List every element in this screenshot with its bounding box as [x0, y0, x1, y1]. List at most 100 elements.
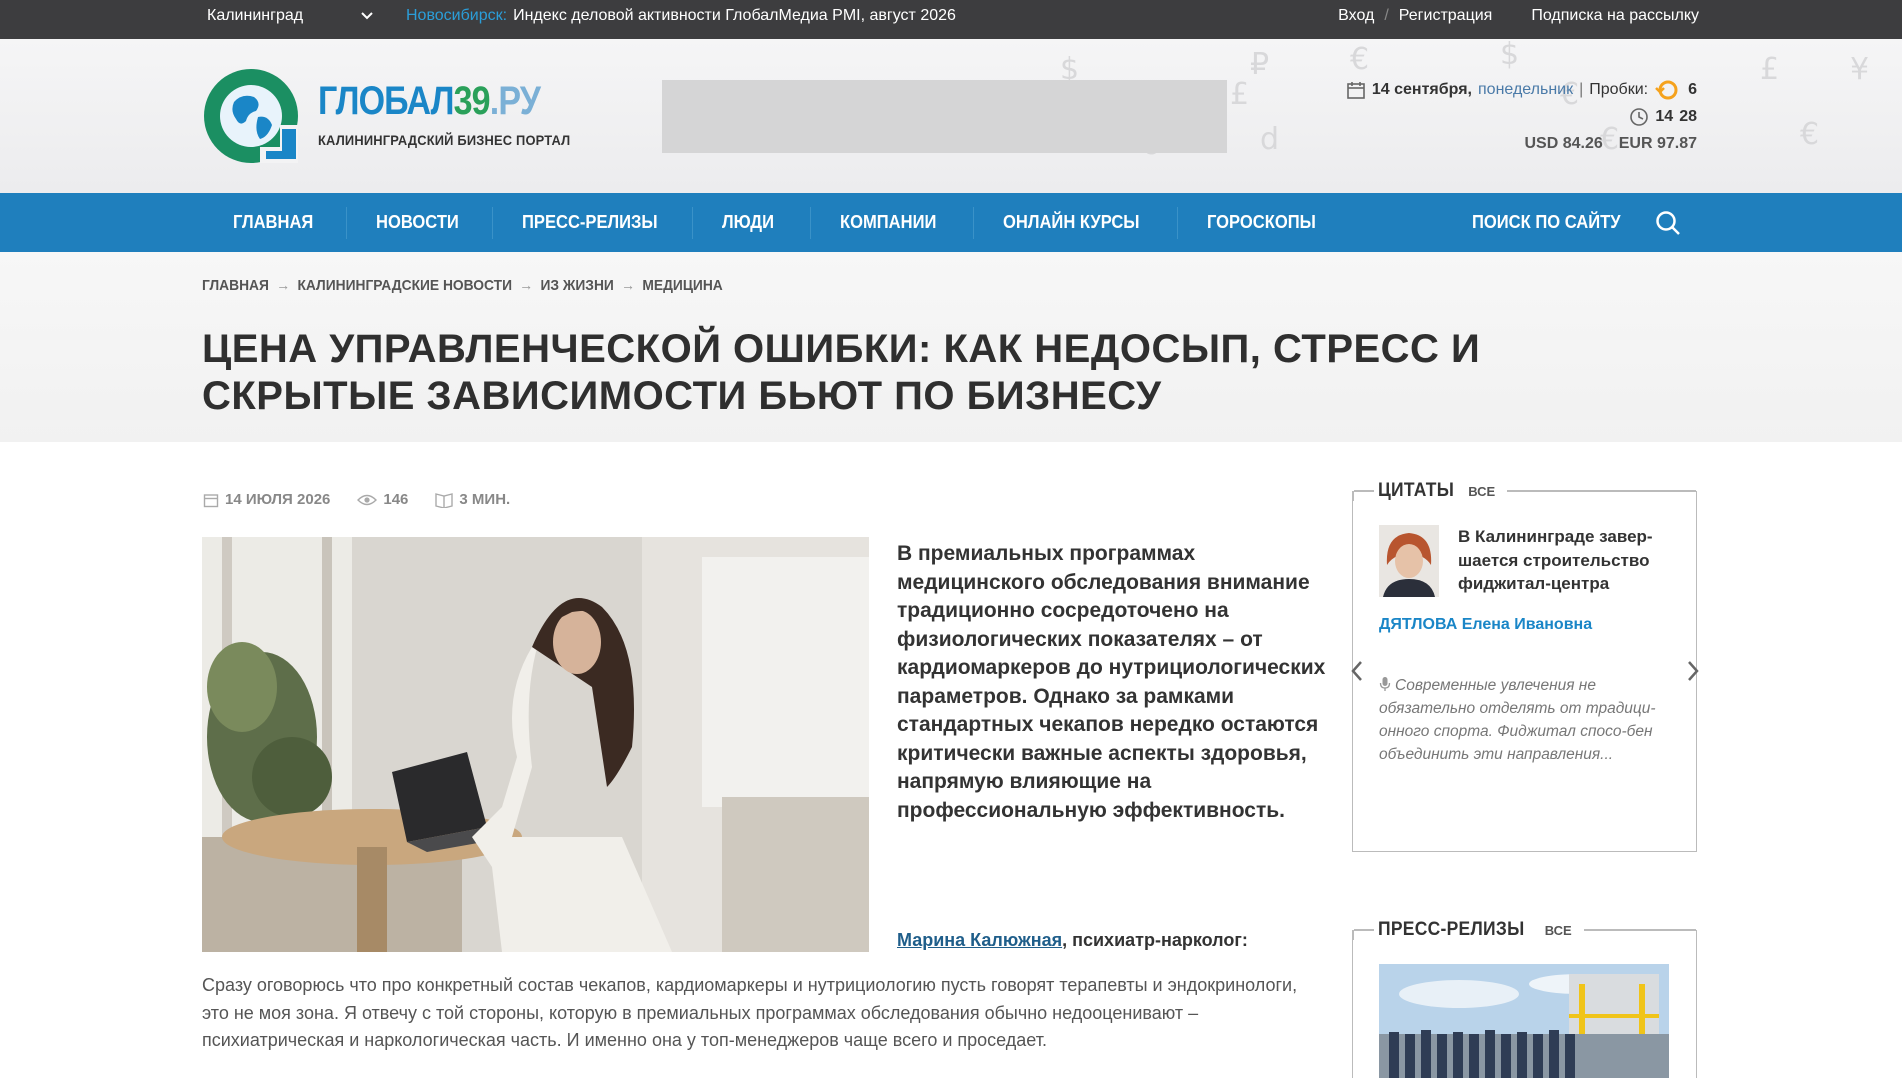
breadcrumb-arrow: → [519, 277, 534, 294]
chevron-left-icon[interactable] [1347, 656, 1367, 686]
news-ticker[interactable]: Новосибирск: Индекс деловой активности Гл… [406, 7, 956, 25]
login-link[interactable]: Вход [1338, 7, 1374, 25]
site-search-button[interactable]: ПОИСК ПО САЙТУ [1472, 193, 1621, 252]
quote-text: Современные увлечения не обязательно отд… [1379, 674, 1669, 766]
city-selector[interactable]: Калининград [207, 7, 375, 25]
breadcrumb: ГЛАВНАЯ → КАЛИНИНГРАДСКИЕ НОВОСТИ → ИЗ ЖИЗНИ… [202, 277, 723, 294]
press-all-link[interactable]: ВСЕ [1545, 923, 1572, 938]
press-header: ПРЕСС-РЕЛИЗЫ ВСЕ [1352, 919, 1697, 940]
article-meta: 14 ИЮЛЯ 2026 146 3 МИН. [203, 491, 537, 508]
auth-links: Вход / Регистрация Подписка на рассылку [1338, 7, 1699, 25]
auth-separator: / [1384, 7, 1389, 24]
svg-text:€: € [1350, 42, 1369, 77]
article-title: ЦЕНА УПРАВЛЕНЧЕСКОЙ ОШИБКИ: КАК НЕДОСЫП,… [202, 327, 1481, 418]
microphone-icon [1379, 677, 1391, 691]
subscribe-link[interactable]: Подписка на рассылку [1531, 7, 1699, 25]
current-weekday: понедельник [1478, 81, 1574, 98]
logo-part-global: ГЛОБАЛ [318, 79, 454, 123]
main-nav: ГЛАВНАЯ НОВОСТИ ПРЕСС-РЕЛИЗЫ ЛЮДИ КОМПАН… [0, 193, 1902, 252]
quote-person-name[interactable]: ДЯТЛОВА Елена Ивановна [1379, 616, 1592, 634]
article-views: 146 [357, 491, 408, 508]
quote-person-avatar[interactable] [1379, 525, 1439, 597]
nav-item-people[interactable]: ЛЮДИ [722, 193, 774, 252]
quote-text-content: Современные увлечения не обязательно отд… [1379, 677, 1656, 763]
author-line: Марина Калюжная, психиатр-нарколог: [897, 930, 1248, 951]
eur-rate: EUR 97.87 [1618, 135, 1697, 152]
register-link[interactable]: Регистрация [1399, 7, 1493, 25]
info-divider: | [1579, 81, 1584, 98]
nav-divider [492, 207, 493, 239]
nav-divider [692, 207, 693, 239]
nav-divider [1177, 207, 1178, 239]
nav-item-horoscopes[interactable]: ГОРОСКОПЫ [1207, 193, 1316, 252]
ad-banner[interactable] [662, 80, 1227, 153]
article-read-time-text: 3 МИН. [459, 491, 511, 508]
article-body: Сразу оговорюсь что про конкретный соста… [202, 975, 1298, 1050]
time-hours: 14 [1655, 108, 1674, 125]
article-views-count: 146 [383, 491, 409, 508]
press-title: ПРЕСС-РЕЛИЗЫ [1377, 919, 1524, 940]
logo-wordmark[interactable]: ГЛОБАЛ39.РУ [318, 79, 541, 124]
current-date: 14 сентября, [1371, 81, 1472, 98]
time-minutes: 28 [1679, 108, 1697, 125]
article-date: 14 ИЮЛЯ 2026 [203, 491, 330, 508]
press-release-image[interactable] [1379, 964, 1669, 1078]
svg-text:d: d [1260, 122, 1279, 157]
site-header: $₽€ $€€ £€¥ €d£ £¥ ГЛОБАЛ39.РУ КАЛИНИНГР… [0, 39, 1902, 193]
quotes-title: ЦИТАТЫ [1377, 480, 1454, 501]
svg-text:$: $ [1500, 39, 1519, 72]
ticker-city: Новосибирск: [406, 7, 508, 24]
header-info: 14 сентября, понедельник | Пробки: 6 14 … [1346, 78, 1697, 159]
clock-icon [1630, 108, 1649, 126]
time-row: 14 28 [1346, 105, 1697, 129]
top-bar: Калининград Новосибирск: Индекс деловой а… [0, 0, 1902, 39]
logo-part-39: 39 [453, 79, 491, 123]
nav-item-news[interactable]: НОВОСТИ [376, 193, 459, 252]
nav-item-companies[interactable]: КОМПАНИИ [840, 193, 936, 252]
breadcrumb-arrow: → [621, 277, 636, 294]
book-icon [435, 492, 454, 508]
nav-divider [810, 207, 811, 239]
nav-item-home[interactable]: ГЛАВНАЯ [233, 193, 313, 252]
date-traffic-row: 14 сентября, понедельник | Пробки: 6 [1346, 78, 1697, 102]
eye-icon [357, 494, 378, 505]
city-label: Калининград [207, 7, 304, 24]
svg-text:¥: ¥ [1850, 52, 1869, 87]
quotes-all-link[interactable]: ВСЕ [1468, 484, 1495, 499]
globe-logo-icon[interactable] [202, 67, 300, 165]
nav-item-online-courses[interactable]: ОНЛАЙН КУРСЫ [1003, 193, 1140, 252]
quote-person-firstname: Елена Ивановна [1457, 616, 1593, 633]
quote-person-surname: ДЯТЛОВА [1379, 616, 1458, 633]
quotes-header: ЦИТАТЫ ВСЕ [1352, 480, 1697, 501]
chevron-down-icon [361, 12, 373, 20]
article-image [202, 537, 869, 952]
quote-headline[interactable]: В Калининграде завер-шается строительств… [1458, 525, 1668, 596]
breadcrumb-home[interactable]: ГЛАВНАЯ [202, 277, 269, 294]
traffic-icon[interactable] [1654, 79, 1682, 101]
calendar-icon [1347, 82, 1365, 99]
article-lead: В премиальных программах медицинского об… [897, 542, 1326, 822]
nav-divider [973, 207, 974, 239]
author-name-link[interactable]: Марина Калюжная [897, 930, 1062, 950]
traffic-value: 6 [1688, 81, 1697, 98]
ticker-text[interactable]: Индекс деловой активности ГлобалМедиа PM… [513, 7, 956, 24]
breadcrumb-arrow: → [276, 277, 291, 294]
svg-text:₽: ₽ [1250, 47, 1269, 82]
breadcrumb-kaliningrad-news[interactable]: КАЛИНИНГРАДСКИЕ НОВОСТИ [297, 277, 512, 294]
currency-row: USD 84.26 EUR 97.87 [1346, 132, 1697, 156]
svg-text:€: € [1800, 117, 1819, 152]
article-photo[interactable] [202, 537, 869, 952]
quotes-widget: ЦИТАТЫ ВСЕ В Калининграде завер-шается с… [1351, 480, 1699, 852]
nav-item-press-releases[interactable]: ПРЕСС-РЕЛИЗЫ [522, 193, 658, 252]
search-icon[interactable] [1655, 210, 1681, 236]
calendar-icon [203, 493, 219, 507]
breadcrumb-medicine[interactable]: МЕДИЦИНА [642, 277, 722, 294]
breadcrumb-from-life[interactable]: ИЗ ЖИЗНИ [541, 277, 614, 294]
article-read-time: 3 МИН. [435, 491, 510, 508]
author-role: , психиатр-нарколог: [1062, 930, 1248, 950]
press-photo [1379, 964, 1669, 1078]
chevron-right-icon[interactable] [1683, 656, 1703, 686]
traffic-label: Пробки: [1589, 81, 1649, 98]
svg-text:£: £ [1760, 52, 1779, 87]
article-date-text: 14 ИЮЛЯ 2026 [225, 491, 331, 508]
